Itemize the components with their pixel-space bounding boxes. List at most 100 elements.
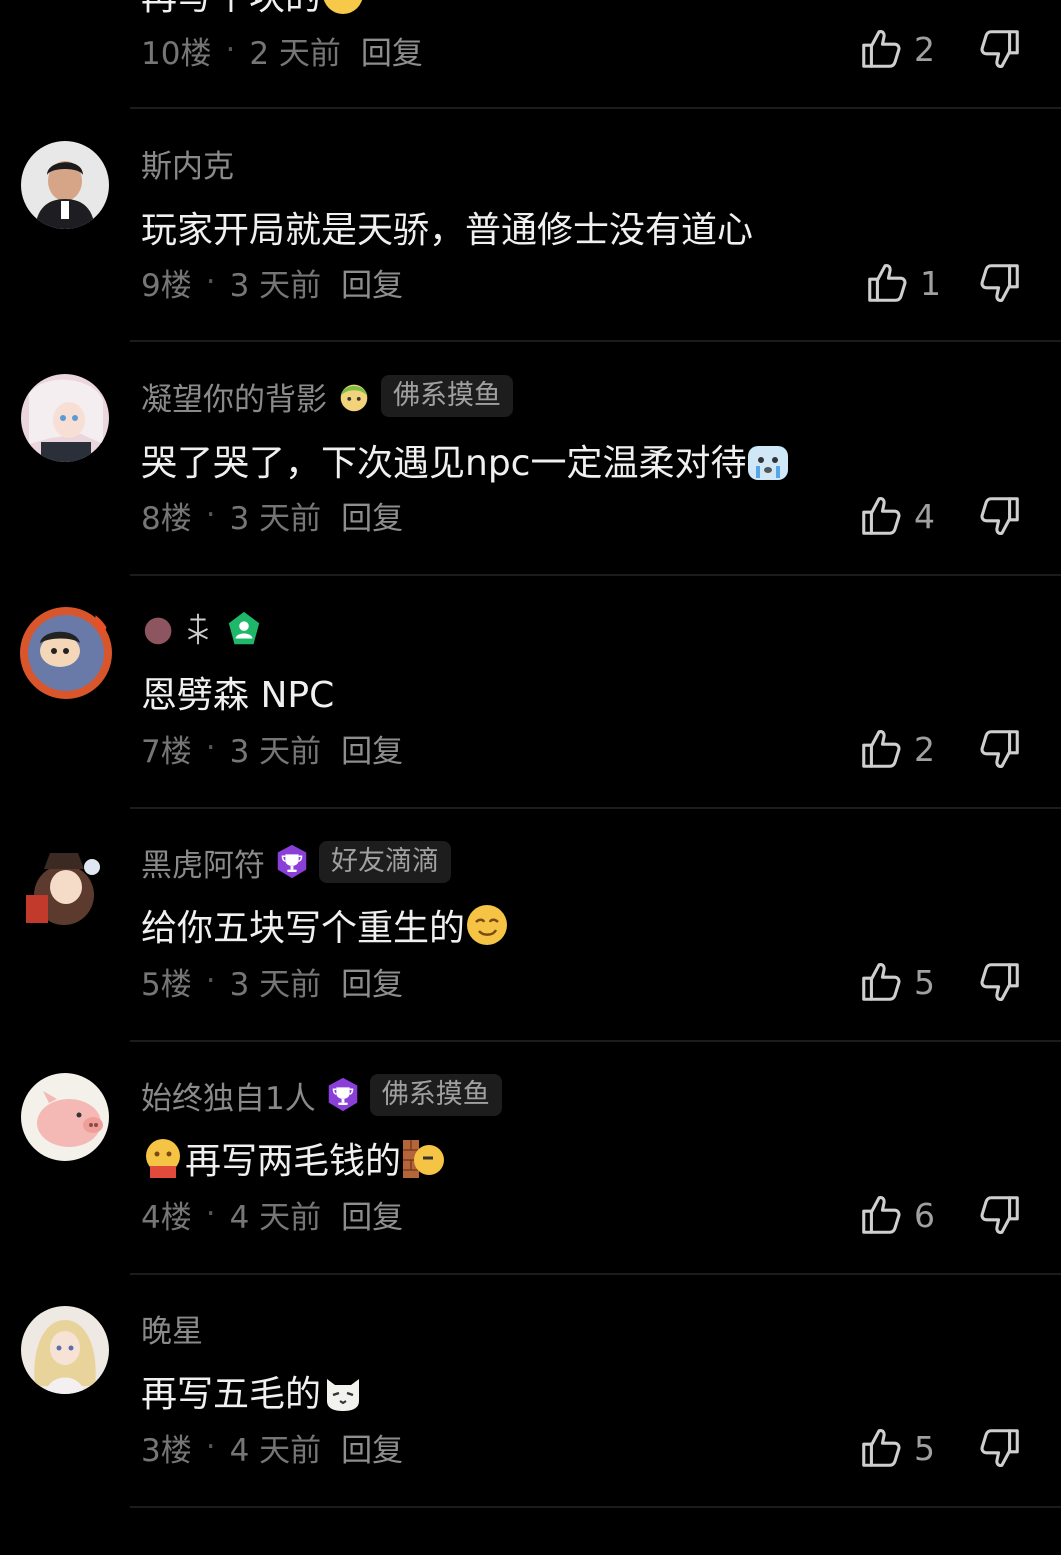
meta-separator: · (205, 264, 216, 300)
comment-header: 黑虎阿符 好友滴滴 (141, 840, 451, 884)
money-emoji-icon (146, 1139, 180, 1178)
reply-button[interactable]: 回复 (341, 959, 403, 1004)
comment-meta: 9楼 · 3 天前 回复 (141, 260, 403, 304)
smirk-emoji-icon (467, 905, 508, 945)
decoration-icon (144, 617, 172, 645)
thumbs-down-icon (977, 493, 1023, 539)
comment-meta: 3楼 · 4 天前 回复 (141, 1425, 403, 1469)
avatar[interactable] (21, 141, 109, 229)
comment-body: 再写五毛的 (141, 1366, 365, 1416)
post-time: 3 天前 (229, 733, 322, 770)
divider (130, 574, 1061, 576)
post-time: 4 天前 (229, 1199, 322, 1236)
username[interactable]: 晚星 (141, 1306, 203, 1351)
like-count: 5 (914, 1428, 935, 1468)
meta-separator: · (205, 963, 216, 999)
like-button[interactable]: 1 (864, 260, 941, 306)
thumbs-down-icon (977, 1192, 1023, 1238)
comment-header: 晚星 (141, 1306, 203, 1350)
post-time: 3 天前 (229, 500, 322, 537)
floor-number: 3楼 (141, 1432, 192, 1469)
avatar[interactable] (21, 374, 109, 462)
dislike-button[interactable] (977, 26, 1023, 72)
divider (130, 807, 1061, 809)
reply-button[interactable]: 回复 (341, 726, 403, 771)
avatar-emoji-icon (340, 384, 368, 412)
dislike-button[interactable] (977, 1192, 1023, 1238)
like-count: 5 (914, 962, 935, 1002)
meta-separator: · (205, 1429, 216, 1465)
username[interactable]: 凝望你的背影 (141, 374, 327, 419)
user-tag: 佛系摸鱼 (381, 375, 513, 417)
like-button[interactable]: 2 (858, 726, 935, 772)
reply-button[interactable]: 回复 (341, 1192, 403, 1237)
floor-number: 10楼 (141, 35, 212, 72)
post-time: 3 天前 (229, 966, 322, 1003)
avatar[interactable] (18, 605, 114, 701)
dislike-button[interactable] (977, 726, 1023, 772)
thumbs-up-icon (858, 1192, 904, 1238)
comment-body: 再写两毛钱的 (141, 1133, 445, 1183)
username[interactable]: 黑虎阿符 (141, 840, 265, 885)
crying-emoji-icon (748, 446, 789, 480)
comment-meta: 10楼 · 2 天前 回复 (141, 28, 423, 72)
user-tag: 好友滴滴 (319, 841, 451, 883)
user-tag: 佛系摸鱼 (369, 1074, 502, 1116)
cat-emoji-icon (327, 1379, 360, 1411)
floor-number: 5楼 (141, 966, 192, 1003)
reply-button[interactable]: 回复 (361, 28, 423, 73)
comment-body: 玩家开局就是天骄，普通修士没有道心 (141, 210, 754, 251)
thumbs-up-icon (858, 493, 904, 539)
comment-meta: 4楼 · 4 天前 回复 (141, 1192, 403, 1236)
dislike-button[interactable] (977, 1425, 1023, 1471)
like-button[interactable]: 2 (858, 26, 935, 72)
thumbs-down-icon (977, 260, 1023, 306)
like-button[interactable]: 4 (858, 493, 935, 539)
comment-meta: 5楼 · 3 天前 回复 (141, 959, 403, 1003)
divider (130, 107, 1061, 109)
thumbs-up-icon (858, 1425, 904, 1471)
comment-body: 给你五块写个重生的 (141, 900, 509, 950)
trophy-badge-icon (324, 1076, 362, 1114)
divider (130, 1040, 1061, 1042)
trophy-badge-icon (273, 843, 311, 881)
comment-body-partial: 再写个块的 (141, 0, 365, 14)
meta-separator: · (205, 730, 216, 766)
meta-separator: · (205, 497, 216, 533)
thumbs-down-icon (977, 959, 1023, 1005)
like-count: 2 (914, 729, 935, 769)
like-count: 2 (914, 29, 935, 69)
smile-emoji-icon (323, 0, 363, 14)
comment-meta: 8楼 · 3 天前 回复 (141, 493, 403, 537)
avatar[interactable] (21, 1073, 109, 1161)
dislike-button[interactable] (977, 959, 1023, 1005)
reply-button[interactable]: 回复 (341, 260, 403, 305)
thumbs-down-icon (977, 26, 1023, 72)
comment-body: 哭了哭了，下次遇见npc一定温柔对待 (141, 435, 790, 485)
post-time: 3 天前 (229, 267, 322, 304)
thumbs-up-icon (858, 959, 904, 1005)
like-count: 1 (920, 263, 941, 303)
post-time: 4 天前 (229, 1432, 322, 1469)
avatar[interactable] (14, 839, 112, 931)
thumbs-down-icon (977, 726, 1023, 772)
like-count: 4 (914, 496, 935, 536)
comment-body: 恩劈森 NPC (141, 675, 335, 716)
meta-separator: · (225, 32, 236, 68)
floor-number: 4楼 (141, 1199, 192, 1236)
like-button[interactable]: 5 (858, 959, 935, 1005)
like-button[interactable]: 5 (858, 1425, 935, 1471)
username[interactable]: 斯内克 (141, 141, 234, 186)
like-button[interactable]: 6 (858, 1192, 935, 1238)
dislike-button[interactable] (977, 493, 1023, 539)
like-count: 6 (914, 1195, 935, 1235)
reply-button[interactable]: 回复 (341, 493, 403, 538)
meta-separator: · (205, 1196, 216, 1232)
reply-button[interactable]: 回复 (341, 1425, 403, 1470)
floor-number: 9楼 (141, 267, 192, 304)
username[interactable]: 始终独自1人 (141, 1073, 316, 1118)
wall-peek-emoji-icon (403, 1140, 445, 1178)
dislike-button[interactable] (977, 260, 1023, 306)
avatar[interactable] (21, 1306, 109, 1394)
comment-header (141, 607, 263, 651)
